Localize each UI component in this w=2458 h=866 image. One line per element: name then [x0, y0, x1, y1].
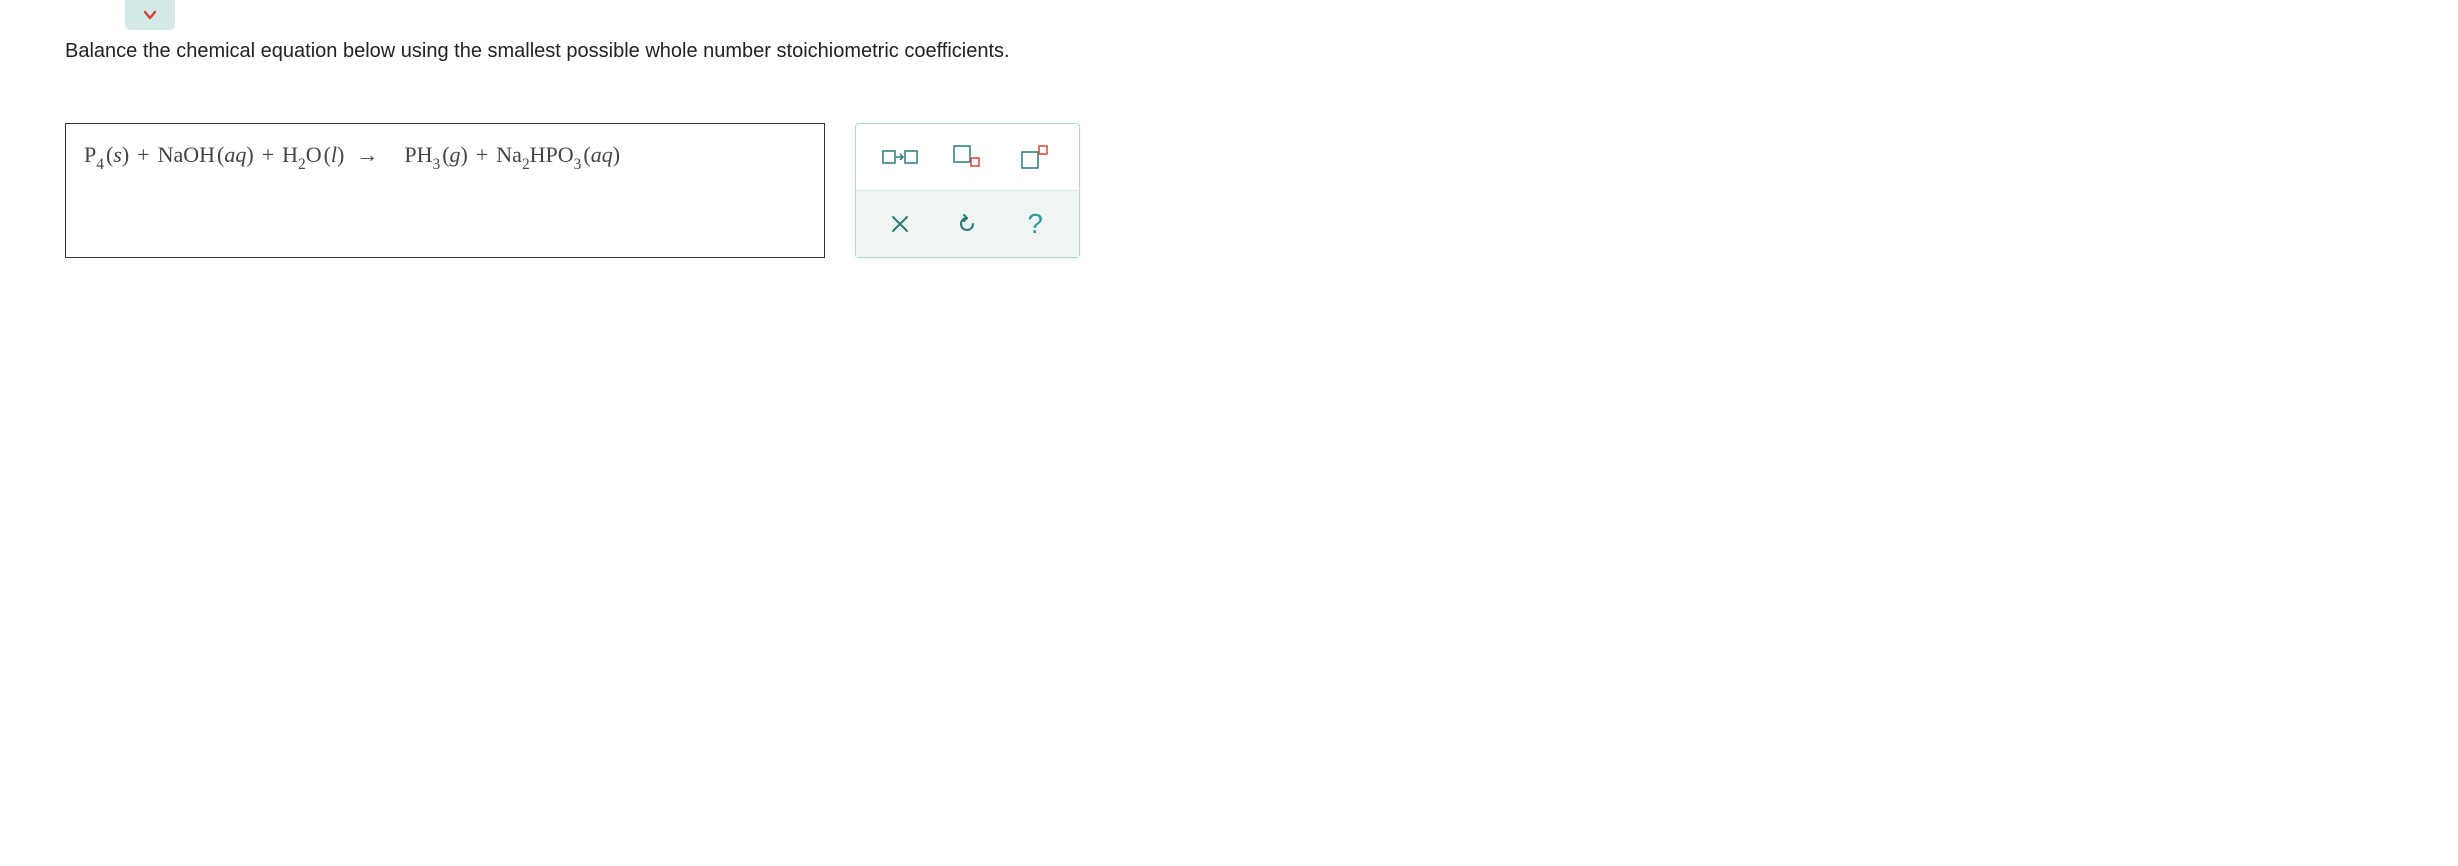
arrow-tool-button[interactable] — [880, 142, 920, 172]
state-aq2: (aq) — [583, 142, 620, 168]
subscript-icon — [954, 146, 980, 168]
expand-chevron-tab[interactable] — [125, 0, 175, 30]
state-g: (g) — [442, 142, 468, 168]
plus-2: + — [262, 142, 274, 168]
plus-3: + — [476, 142, 488, 168]
chevron-down-icon — [142, 7, 158, 23]
tool-row-top — [856, 124, 1079, 190]
instruction-text: Balance the chemical equation below usin… — [50, 40, 2408, 63]
subscript-tool-button[interactable] — [947, 142, 987, 172]
box-arrow-box-icon — [883, 149, 917, 165]
clear-button[interactable] — [880, 209, 920, 239]
state-l: (l) — [324, 142, 345, 168]
superscript-tool-button[interactable] — [1015, 142, 1055, 172]
species-Na2HPO3: Na2HPO3 — [496, 142, 581, 172]
species-PH3: PH3 — [404, 142, 440, 172]
help-icon: ? — [1027, 208, 1043, 240]
species-H2O: H2O — [282, 142, 321, 172]
species-P4: P4 — [84, 142, 104, 172]
tool-row-bottom: ? — [856, 190, 1079, 257]
reset-icon — [957, 214, 977, 234]
equation-input-area[interactable]: P4(s) + NaOH(aq) + H2O(l) → PH3(g) + Na2… — [65, 123, 825, 258]
reset-button[interactable] — [947, 209, 987, 239]
close-icon — [891, 215, 909, 233]
workspace: P4(s) + NaOH(aq) + H2O(l) → PH3(g) + Na2… — [50, 123, 2408, 258]
toolbox-panel: ? — [855, 123, 1080, 258]
reaction-arrow: → — [356, 142, 378, 168]
state-s: (s) — [106, 142, 129, 168]
help-button[interactable]: ? — [1015, 209, 1055, 239]
species-NaOH: NaOH — [158, 142, 215, 168]
plus-1: + — [137, 142, 149, 168]
state-aq1: (aq) — [217, 142, 254, 168]
superscript-icon — [1022, 146, 1048, 168]
equation-display: P4(s) + NaOH(aq) + H2O(l) → PH3(g) + Na2… — [84, 142, 806, 172]
